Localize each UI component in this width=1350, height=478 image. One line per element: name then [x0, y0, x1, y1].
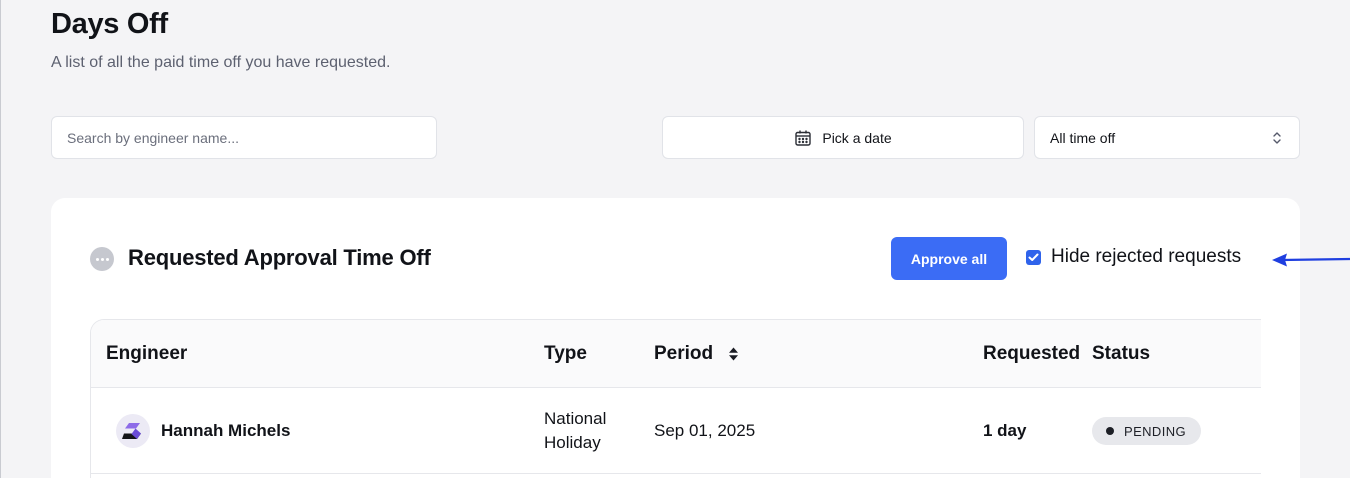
column-header-type: Type [544, 343, 587, 364]
time-off-type-line-2: Holiday [544, 433, 601, 452]
approve-all-button[interactable]: Approve all [891, 237, 1007, 280]
period-value: Sep 01, 2025 [654, 421, 756, 440]
hide-rejected-label: Hide rejected requests [1051, 246, 1242, 267]
hide-rejected-toggle[interactable]: Hide rejected requests [1026, 246, 1241, 268]
chevron-up-down-icon [1271, 131, 1283, 145]
time-off-type-value: All time off [1050, 129, 1116, 146]
date-picker-button[interactable]: Pick a date [662, 116, 1024, 159]
search-input[interactable] [67, 129, 436, 146]
time-off-type-select[interactable]: All time off [1034, 116, 1300, 159]
page-subtitle: A list of all the paid time off you have… [51, 54, 391, 71]
window-edge [0, 0, 1, 478]
requested-duration: 1 day [983, 421, 1027, 440]
table-header: Engineer Type Period Requested Status [91, 320, 1261, 388]
calendar-icon [794, 129, 812, 147]
status-label: PENDING [1124, 423, 1187, 439]
status-dot [1106, 427, 1114, 435]
table-row[interactable]: Hannah Michels National Holiday Sep 01, … [91, 388, 1261, 474]
engineer-name: Hannah Michels [161, 421, 291, 440]
requests-table: Engineer Type Period Requested Status Ha… [90, 319, 1261, 478]
sort-icon[interactable] [728, 346, 739, 362]
column-header-engineer: Engineer [106, 343, 188, 364]
checkmark-icon [1028, 253, 1039, 261]
company-logo-icon [122, 423, 141, 439]
column-header-period-label: Period [654, 343, 714, 364]
hide-rejected-checkbox[interactable] [1026, 249, 1041, 265]
column-header-status: Status [1092, 343, 1151, 364]
more-horizontal-icon[interactable] [90, 247, 114, 271]
date-picker-label: Pick a date [822, 129, 892, 146]
time-off-type-line-1: National [544, 409, 607, 428]
section-title: Requested Approval Time Off [128, 245, 431, 270]
page-title: Days Off [51, 8, 168, 40]
status-badge: PENDING [1092, 417, 1202, 445]
column-header-requested: Requested [983, 343, 1081, 364]
annotation-arrow-icon [1272, 253, 1350, 267]
column-header-period[interactable]: Period [654, 343, 739, 365]
search-box[interactable] [51, 116, 437, 159]
avatar [116, 414, 150, 448]
